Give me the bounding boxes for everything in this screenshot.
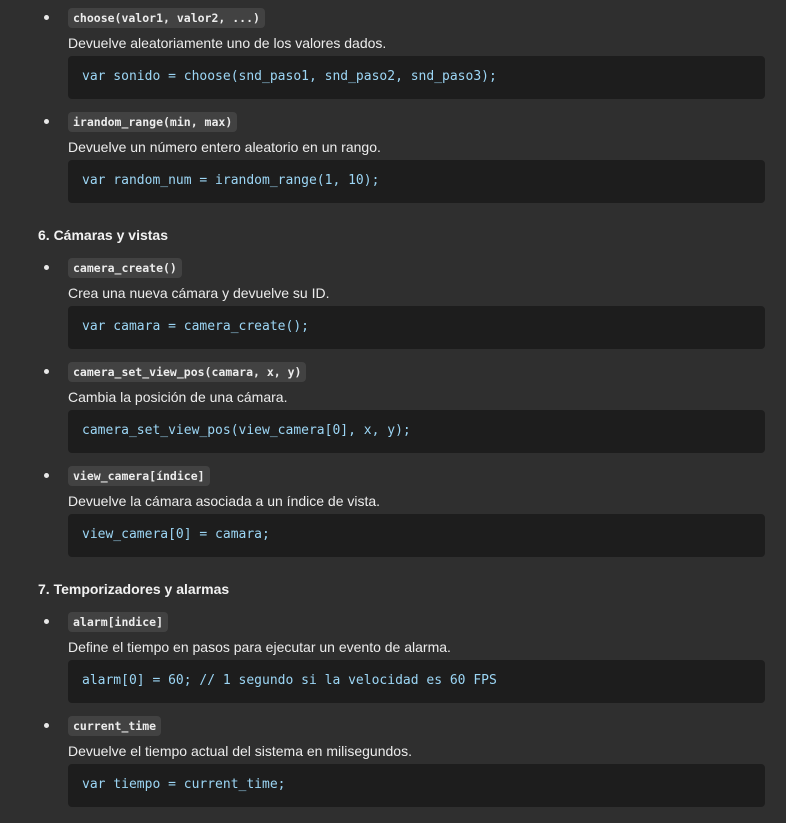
code-line: var tiempo = current_time; [82, 777, 286, 792]
code-line: camera_set_view_pos(view_camera[0], x, y… [82, 423, 411, 438]
code-block[interactable]: camera_set_view_pos(view_camera[0], x, y… [68, 410, 765, 453]
function-signature: camera_create() [68, 258, 182, 278]
function-signature: irandom_range(min, max) [68, 112, 238, 132]
code-line: alarm[0] = 60; // 1 segundo si la veloci… [82, 673, 497, 688]
bullet [44, 119, 49, 124]
bullet [44, 473, 49, 478]
code-block[interactable]: var camara = camera_create(); [68, 306, 765, 349]
code-line: var random_num = irandom_range(1, 10); [82, 173, 380, 188]
bullet [44, 723, 49, 728]
section-heading-cameras: 6. Cámaras y vistas [38, 227, 168, 243]
function-description: Devuelve la cámara asociada a un índice … [68, 493, 381, 509]
bullet [44, 15, 49, 20]
bullet [44, 619, 49, 624]
code-block[interactable]: alarm[0] = 60; // 1 segundo si la veloci… [68, 660, 765, 703]
code-block[interactable]: var random_num = irandom_range(1, 10); [68, 160, 765, 203]
code-block[interactable]: view_camera[0] = camara; [68, 514, 765, 557]
function-description: Devuelve aleatoriamente uno de los valor… [68, 35, 387, 51]
code-line: var camara = camera_create(); [82, 319, 309, 334]
function-description: Cambia la posición de una cámara. [68, 389, 288, 405]
function-description: Devuelve un número entero aleatorio en u… [68, 139, 381, 155]
code-block[interactable]: var tiempo = current_time; [68, 764, 765, 807]
function-description: Define el tiempo en pasos para ejecutar … [68, 639, 451, 655]
function-description: Crea una nueva cámara y devuelve su ID. [68, 285, 330, 301]
code-block[interactable]: var sonido = choose(snd_paso1, snd_paso2… [68, 56, 765, 99]
function-description: Devuelve el tiempo actual del sistema en… [68, 743, 412, 759]
code-line: var sonido = choose(snd_paso1, snd_paso2… [82, 69, 497, 84]
section-heading-timers: 7. Temporizadores y alarmas [38, 581, 230, 597]
bullet [44, 369, 49, 374]
function-signature: choose(valor1, valor2, ...) [68, 8, 265, 28]
bullet [44, 265, 49, 270]
function-signature: current_time [68, 716, 162, 736]
code-line: view_camera[0] = camara; [82, 527, 270, 542]
function-signature: view_camera[índice] [68, 466, 210, 486]
function-signature: alarm[indice] [68, 612, 169, 632]
function-signature: camera_set_view_pos(camara, x, y) [68, 362, 307, 382]
